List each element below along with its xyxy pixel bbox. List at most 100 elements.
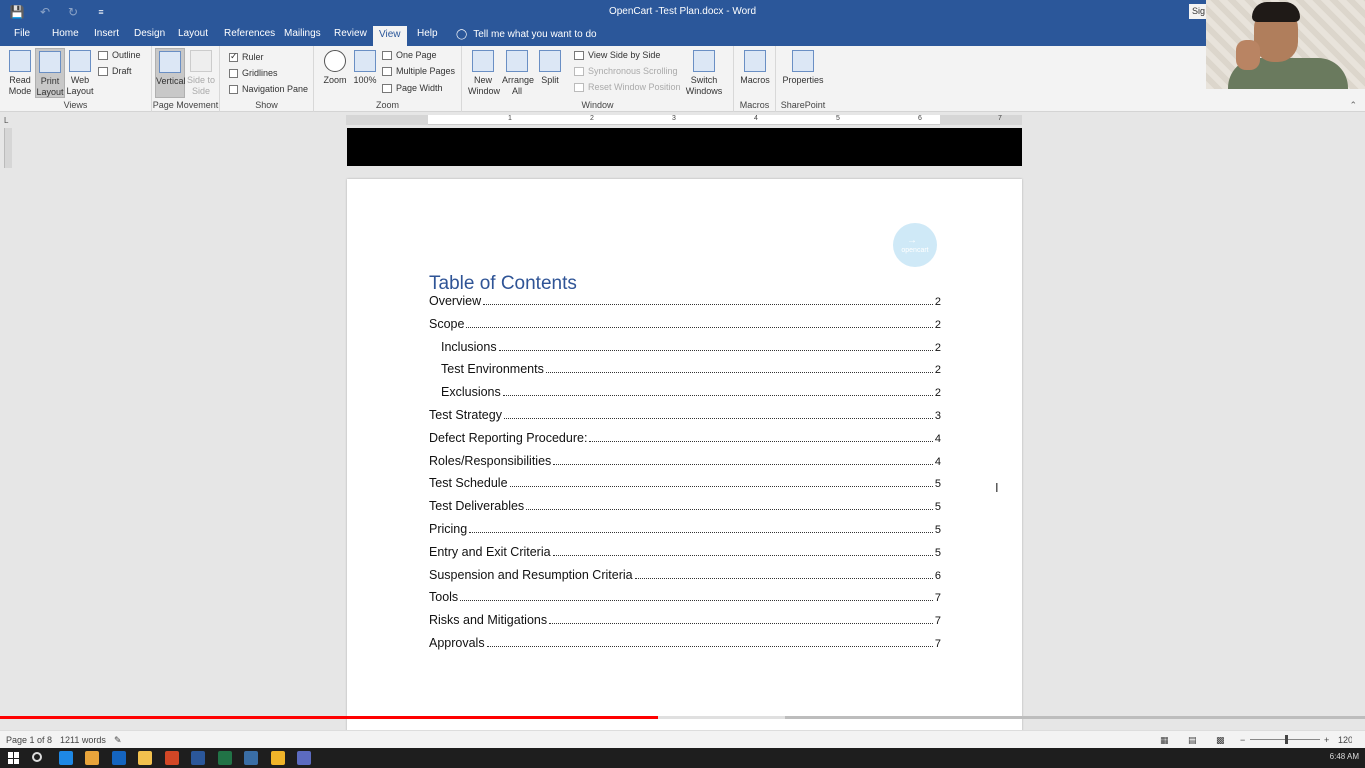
zoom-100-label: 100% bbox=[353, 75, 377, 85]
toc-entry-page: 4 bbox=[934, 455, 941, 468]
tab-help[interactable]: Help bbox=[417, 28, 438, 46]
multiple-pages-icon bbox=[382, 66, 392, 76]
tab-file[interactable]: File bbox=[14, 28, 30, 46]
web-layout-view-icon[interactable]: ▩ bbox=[1216, 735, 1225, 746]
tab-review[interactable]: Review bbox=[334, 28, 367, 46]
properties-button[interactable]: Properties bbox=[782, 48, 824, 86]
toc-leader-dots bbox=[509, 477, 933, 488]
toc-entry[interactable]: Overview 2 bbox=[429, 294, 941, 312]
new-window-button[interactable]: New Window bbox=[468, 48, 501, 97]
tab-selector-icon[interactable]: L bbox=[4, 116, 13, 125]
powerpoint-icon[interactable] bbox=[164, 751, 179, 765]
toc-entry[interactable]: Risks and Mitigations 7 bbox=[429, 613, 941, 631]
toc-entry[interactable]: Pricing 5 bbox=[429, 522, 941, 540]
web-layout-button[interactable]: Web Layout bbox=[65, 48, 95, 97]
toc-entry-title: Pricing bbox=[429, 522, 468, 536]
tab-mailings[interactable]: Mailings bbox=[284, 28, 321, 46]
toc-leader-dots bbox=[552, 546, 933, 556]
reset-window-position-button[interactable]: Reset Window Position bbox=[574, 82, 681, 92]
app2-icon[interactable] bbox=[297, 751, 311, 765]
group-label-page-movement: Page Movement bbox=[152, 100, 219, 110]
tab-insert[interactable]: Insert bbox=[94, 28, 119, 46]
tab-layout[interactable]: Layout bbox=[178, 28, 208, 46]
web-layout-label: Web Layout bbox=[66, 75, 94, 96]
file-explorer-icon[interactable] bbox=[138, 751, 152, 765]
app-icon[interactable] bbox=[244, 751, 258, 765]
page-width-icon bbox=[382, 83, 392, 93]
read-mode-button[interactable]: Read Mode bbox=[5, 48, 35, 97]
video-progress-bar[interactable] bbox=[0, 716, 1365, 719]
start-button[interactable] bbox=[8, 752, 20, 764]
zoom-out-icon[interactable]: − bbox=[1240, 735, 1245, 745]
toc-entry[interactable]: Test Strategy 3 bbox=[429, 408, 941, 426]
vertical-button[interactable]: Vertical bbox=[155, 48, 186, 98]
folder-icon[interactable] bbox=[270, 751, 285, 765]
toc-entry[interactable]: Suspension and Resumption Criteria 6 bbox=[429, 568, 941, 586]
print-layout-view-icon[interactable]: ▤ bbox=[1188, 735, 1197, 746]
chrome-icon[interactable] bbox=[85, 751, 99, 765]
toc-entry[interactable]: Test Deliverables 5 bbox=[429, 499, 941, 517]
document-page[interactable]: → opencart Table of Contents Overview 2 Sc… bbox=[347, 179, 1022, 739]
toc-entry[interactable]: Tools 7 bbox=[429, 590, 941, 608]
outline-button[interactable]: Outline bbox=[98, 50, 141, 60]
tab-design[interactable]: Design bbox=[134, 28, 165, 46]
read-mode-icon bbox=[9, 50, 31, 72]
arrange-all-button[interactable]: Arrange All bbox=[502, 48, 535, 97]
toc-entry[interactable]: Entry and Exit Criteria 5 bbox=[429, 545, 941, 563]
tell-me-box[interactable]: ◯ Tell me what you want to do bbox=[456, 29, 597, 40]
split-button[interactable]: Split bbox=[535, 48, 565, 86]
toc-leader-dots bbox=[498, 341, 933, 351]
group-label-macros: Macros bbox=[739, 100, 770, 110]
new-window-label: New Window bbox=[468, 75, 501, 96]
taskbar-clock[interactable]: 6:48 AM bbox=[1330, 752, 1359, 761]
ribbon: Read Mode Print Layout Web Layout Outlin… bbox=[0, 46, 1365, 112]
toc-entry[interactable]: Test Environments 2 bbox=[441, 362, 941, 380]
zoom-in-icon[interactable]: + bbox=[1324, 735, 1329, 745]
ruler-number: 5 bbox=[836, 115, 840, 122]
toc-entry[interactable]: Exclusions 2 bbox=[441, 385, 941, 403]
side-to-side-button[interactable]: Side to Side bbox=[186, 48, 216, 97]
synchronous-scrolling-icon bbox=[574, 66, 584, 76]
toc-entry[interactable]: Roles/Responsibilities 4 bbox=[429, 454, 941, 472]
print-layout-button[interactable]: Print Layout bbox=[35, 48, 65, 98]
tab-view[interactable]: View bbox=[373, 26, 407, 46]
navigation-pane-checkbox[interactable]: Navigation Pane bbox=[229, 84, 308, 94]
gridlines-checkbox[interactable]: Gridlines bbox=[229, 68, 278, 78]
one-page-button[interactable]: One Page bbox=[382, 50, 437, 60]
collapse-ribbon-icon[interactable]: ⌃ bbox=[1349, 100, 1357, 111]
outline-label: Outline bbox=[112, 50, 141, 60]
page-count[interactable]: Page 1 of 8 bbox=[6, 735, 52, 745]
macros-button[interactable]: Macros bbox=[738, 48, 772, 86]
word-icon[interactable] bbox=[191, 751, 205, 765]
arrange-all-label: Arrange All bbox=[502, 75, 535, 96]
zoom-button[interactable]: Zoom bbox=[320, 48, 350, 86]
toc-entry-title: Test Strategy bbox=[429, 408, 502, 422]
view-side-by-side-button[interactable]: View Side by Side bbox=[574, 50, 660, 60]
excel-icon[interactable] bbox=[217, 751, 232, 765]
edge-icon[interactable] bbox=[58, 751, 73, 765]
ruler-checkbox[interactable]: Ruler bbox=[229, 51, 264, 62]
search-icon[interactable] bbox=[32, 752, 42, 762]
multiple-pages-button[interactable]: Multiple Pages bbox=[382, 66, 455, 76]
zoom-slider-thumb[interactable] bbox=[1285, 735, 1288, 744]
toc-entry[interactable]: Test Schedule 5 bbox=[429, 476, 941, 494]
tab-references[interactable]: References bbox=[224, 28, 275, 46]
toc-entry[interactable]: Defect Reporting Procedure: 4 bbox=[429, 431, 941, 449]
toc-entry[interactable]: Scope 2 bbox=[429, 317, 941, 335]
tab-home[interactable]: Home bbox=[52, 28, 79, 46]
draft-button[interactable]: Draft bbox=[98, 66, 132, 76]
store-icon[interactable] bbox=[111, 751, 126, 765]
synchronous-scrolling-button[interactable]: Synchronous Scrolling bbox=[574, 66, 678, 76]
toc-entry[interactable]: Inclusions 2 bbox=[441, 340, 941, 358]
word-count[interactable]: 1211 words bbox=[60, 735, 106, 745]
zoom-level[interactable]: 120 bbox=[1338, 735, 1352, 745]
toc-entry[interactable]: Approvals 7 bbox=[429, 636, 941, 654]
page-width-button[interactable]: Page Width bbox=[382, 83, 443, 93]
ribbon-tabs: File Home Insert Design Layout Reference… bbox=[0, 24, 1365, 46]
read-mode-view-icon[interactable]: ▦ bbox=[1160, 735, 1169, 746]
toc-entry-page: 7 bbox=[934, 615, 941, 628]
ruler-number: 7 bbox=[998, 115, 1002, 122]
proofing-icon[interactable]: ✎ bbox=[114, 735, 122, 746]
switch-windows-button[interactable]: Switch Windows bbox=[684, 48, 724, 97]
zoom-100-button[interactable]: 100% bbox=[350, 48, 380, 86]
